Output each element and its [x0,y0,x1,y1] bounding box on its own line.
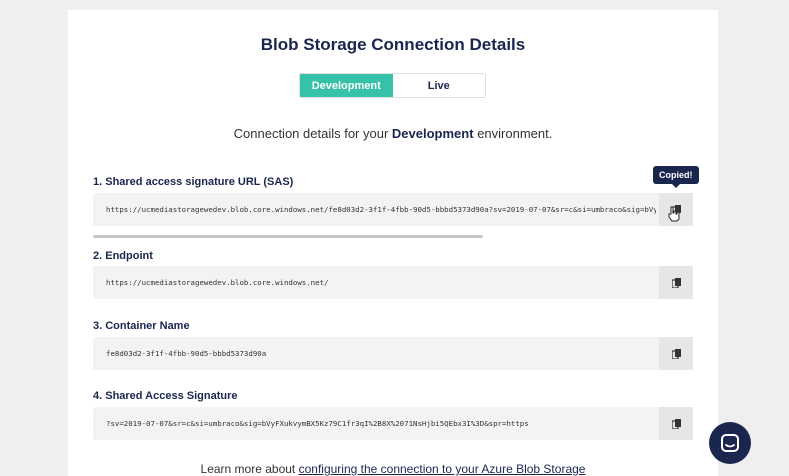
section-label-shared-access-signature: 4. Shared Access Signature [93,390,238,402]
intro-prefix: Connection details for your [233,126,389,141]
horizontal-scrollbar[interactable] [93,235,483,238]
copy-shared-access-signature-button[interactable] [659,407,693,440]
sas-url-field: https://ucmediastoragewedev.blob.core.wi… [93,193,693,226]
endpoint-value[interactable]: https://ucmediastoragewedev.blob.core.wi… [106,266,656,299]
learn-more-text: Learn more about configuring the connect… [68,462,718,476]
page-title: Blob Storage Connection Details [260,35,526,54]
copy-endpoint-button[interactable] [659,266,693,299]
connection-details-panel: Blob Storage Connection Details Developm… [68,10,718,476]
tab-development[interactable]: Development [300,74,393,97]
sas-url-value[interactable]: https://ucmediastoragewedev.blob.core.wi… [106,193,656,226]
shared-access-signature-value[interactable]: ?sv=2019-07-07&sr=c&si=umbraco&sig=bVyFX… [106,407,656,440]
intro-suffix: environment. [477,126,553,141]
chat-launcher-button[interactable] [709,422,751,464]
copy-icon [671,418,681,429]
blob-storage-docs-link[interactable]: configuring the connection to your Azure… [299,462,586,476]
section-label-container-name: 3. Container Name [93,320,190,332]
container-name-value[interactable]: fe8d03d2-3f1f-4fbb-90d5-bbbd5373d90a [106,337,656,370]
copy-icon [671,277,681,288]
copied-tooltip: Copied! [653,166,699,188]
hand-cursor-icon [668,206,680,222]
footer-prefix: Learn more about [200,462,296,476]
intro-environment: Development [391,126,474,141]
tab-live[interactable]: Live [392,74,485,97]
chat-icon [721,434,739,452]
intro-text: Connection details for your Development … [68,126,718,141]
endpoint-field: https://ucmediastoragewedev.blob.core.wi… [93,266,693,299]
copy-icon [671,348,681,359]
shared-access-signature-field: ?sv=2019-07-07&sr=c&si=umbraco&sig=bVyFX… [93,407,693,440]
copy-container-name-button[interactable] [659,337,693,370]
section-label-endpoint: 2. Endpoint [93,250,153,262]
container-name-field: fe8d03d2-3f1f-4fbb-90d5-bbbd5373d90a [93,337,693,370]
environment-tabs: Development Live [299,73,486,98]
section-label-sas-url: 1. Shared access signature URL (SAS) [93,176,294,188]
